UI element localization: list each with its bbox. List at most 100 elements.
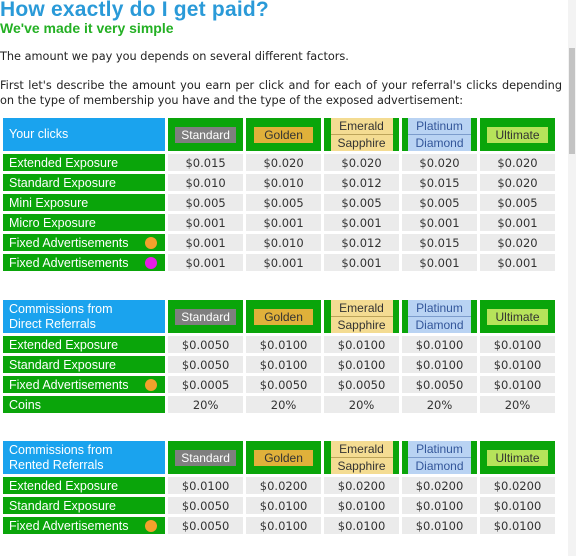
table-title-line2: Rented Referrals: [9, 457, 104, 472]
table-header-row: Commissions from Rented Referrals Standar…: [3, 441, 555, 474]
rate-value: 20%: [246, 396, 322, 413]
row-label: Extended Exposure: [3, 477, 166, 494]
rate-value: $0.005: [402, 194, 477, 211]
rate-value: 20%: [479, 396, 555, 413]
rate-value: $0.0100: [168, 477, 244, 494]
row-label: Fixed Advertisements: [3, 254, 166, 271]
rate-value: $0.001: [324, 214, 400, 231]
rate-value: $0.0100: [479, 376, 555, 393]
magenta-dot-icon: [145, 256, 158, 269]
rate-value: $0.001: [168, 254, 244, 271]
rate-value: $0.0100: [246, 517, 322, 534]
row-label-text: Fixed Advertisements: [9, 235, 129, 250]
rate-value: $0.0100: [402, 356, 477, 373]
badge-golden: Golden: [254, 126, 313, 143]
table-row: Standard Exposure $0.0050 $0.0100 $0.0100 $0…: [3, 356, 555, 373]
badge-platinum: Platinum: [408, 441, 471, 458]
rate-value: $0.012: [324, 234, 400, 251]
rate-value: $0.0100: [402, 497, 477, 514]
rate-value: $0.0100: [479, 497, 555, 514]
rate-value: $0.001: [479, 254, 555, 271]
badge-standard: Standard: [175, 449, 236, 466]
badge-diamond: Diamond: [408, 317, 471, 333]
row-label: Standard Exposure: [3, 174, 166, 191]
table-row: Extended Exposure $0.0100 $0.0200 $0.0200 $0…: [3, 477, 555, 494]
rate-table-0: Your clicks Standard Golden Emerald Sapp…: [0, 115, 558, 274]
table-row: Extended Exposure $0.015 $0.020 $0.020 $0.02…: [3, 154, 555, 171]
rate-value: $0.015: [168, 154, 244, 171]
rate-value: $0.0100: [402, 517, 477, 534]
column-platinum-diamond: Platinum Diamond: [402, 118, 477, 151]
table-title: Your clicks: [3, 118, 166, 151]
row-label-text: Standard Exposure: [9, 357, 117, 372]
column-standard: Standard: [168, 118, 244, 151]
rate-value: $0.020: [479, 154, 555, 171]
rate-value: $0.015: [402, 234, 477, 251]
rate-value: 20%: [168, 396, 244, 413]
row-label: Fixed Advertisements: [3, 517, 166, 534]
row-label-text: Extended Exposure: [9, 155, 119, 170]
rate-value: $0.0050: [168, 356, 244, 373]
rate-value: $0.001: [168, 234, 244, 251]
column-emerald-sapphire: Emerald Sapphire: [324, 118, 400, 151]
vertical-scrollbar[interactable]: [568, 0, 576, 556]
rate-value: $0.0050: [402, 376, 477, 393]
row-label-text: Fixed Advertisements: [9, 377, 129, 392]
rate-value: $0.020: [246, 154, 322, 171]
rate-value: $0.0050: [168, 336, 244, 353]
row-label-text: Fixed Advertisements: [9, 255, 129, 270]
rate-value: $0.020: [324, 154, 400, 171]
rate-table-2: Commissions from Rented Referrals Standar…: [0, 438, 558, 537]
badge-emerald-sapphire: Emerald Sapphire: [330, 118, 393, 151]
badge-diamond: Diamond: [408, 458, 471, 474]
rate-value: $0.001: [246, 214, 322, 231]
badge-emerald: Emerald: [330, 441, 393, 458]
intro-text: The amount we pay you depends on several…: [0, 50, 349, 63]
badge-platinum: Platinum: [408, 118, 471, 135]
rate-value: $0.020: [402, 154, 477, 171]
page-title: How exactly do I get paid?: [0, 0, 269, 21]
rate-value: 20%: [402, 396, 477, 413]
column-ultimate: Ultimate: [479, 441, 555, 474]
column-ultimate: Ultimate: [479, 300, 555, 333]
row-label: Standard Exposure: [3, 356, 166, 373]
rate-value: $0.0050: [246, 376, 322, 393]
row-label: Micro Exposure: [3, 214, 166, 231]
rate-value: $0.0200: [246, 477, 322, 494]
column-standard: Standard: [168, 441, 244, 474]
row-label-text: Extended Exposure: [9, 337, 119, 352]
table-title-line1: Your clicks: [9, 127, 69, 141]
scrollbar-thumb[interactable]: [569, 48, 575, 154]
rate-value: $0.0100: [324, 336, 400, 353]
rate-value: $0.005: [246, 194, 322, 211]
column-emerald-sapphire: Emerald Sapphire: [324, 441, 400, 474]
badge-sapphire: Sapphire: [330, 458, 393, 474]
page-subtitle: We've made it very simple: [0, 20, 174, 36]
badge-platinum-diamond: Platinum Diamond: [408, 300, 471, 333]
row-label-text: Extended Exposure: [9, 478, 119, 493]
rate-value: $0.0050: [168, 517, 244, 534]
rate-value: $0.005: [168, 194, 244, 211]
badge-standard: Standard: [175, 126, 236, 143]
rate-value: $0.020: [479, 234, 555, 251]
table-row: Standard Exposure $0.010 $0.010 $0.012 $0.01…: [3, 174, 555, 191]
table-title: Commissions from Direct Referrals: [3, 300, 166, 333]
badge-golden: Golden: [254, 449, 313, 466]
table-title-line2: Direct Referrals: [9, 316, 96, 331]
rate-value: $0.0100: [479, 356, 555, 373]
table-row: Mini Exposure $0.005 $0.005 $0.005 $0.005 $0.…: [3, 194, 555, 211]
row-label-text: Standard Exposure: [9, 175, 117, 190]
row-label: Mini Exposure: [3, 194, 166, 211]
badge-golden: Golden: [254, 308, 313, 325]
rate-value: $0.0100: [246, 356, 322, 373]
rate-value: $0.0050: [168, 497, 244, 514]
column-ultimate: Ultimate: [479, 118, 555, 151]
orange-dot-icon: [145, 519, 158, 532]
rate-value: $0.0200: [324, 477, 400, 494]
badge-platinum-diamond: Platinum Diamond: [408, 118, 471, 151]
table-row: Coins 20% 20% 20% 20% 20%: [3, 396, 555, 413]
rate-value: $0.0100: [324, 517, 400, 534]
table-row: Micro Exposure $0.001 $0.001 $0.001 $0.001 $0…: [3, 214, 555, 231]
rate-value: $0.001: [168, 214, 244, 231]
row-label: Extended Exposure: [3, 154, 166, 171]
